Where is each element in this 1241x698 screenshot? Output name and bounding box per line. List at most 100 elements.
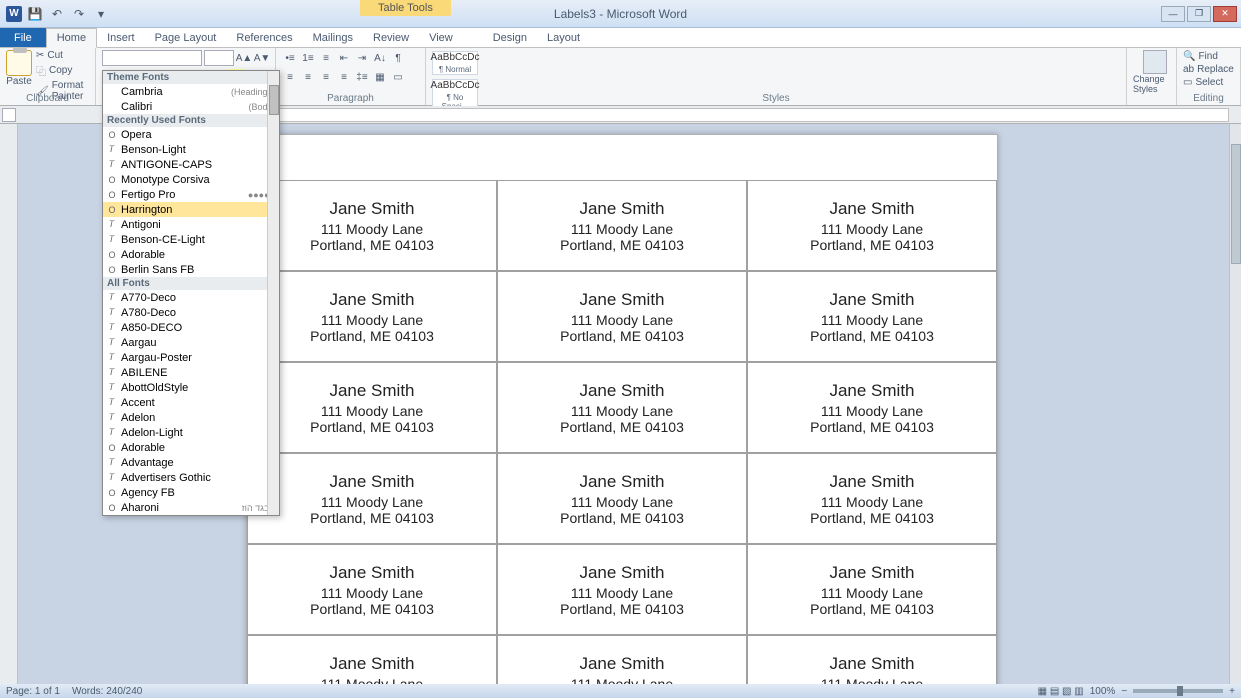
label-cell[interactable]: Jane Smith111 Moody LanePortland, ME 041… xyxy=(747,271,997,362)
undo-icon[interactable]: ↶ xyxy=(48,5,66,23)
font-option[interactable]: OAgency FB xyxy=(103,485,279,500)
font-option[interactable]: 𝑇ABILENE xyxy=(103,365,279,380)
font-option[interactable]: 𝑇Adelon xyxy=(103,410,279,425)
scrollbar-thumb[interactable] xyxy=(269,85,279,115)
style---normal[interactable]: AaBbCcDc¶ Normal xyxy=(432,51,478,75)
sort-button[interactable]: A↓ xyxy=(372,50,388,66)
numbering-button[interactable]: 1≡ xyxy=(300,50,316,66)
font-option[interactable]: OAharoniאבגד הוז xyxy=(103,500,279,515)
justify-button[interactable]: ≡ xyxy=(336,69,352,85)
vertical-scrollbar[interactable] xyxy=(1229,124,1241,684)
label-cell[interactable]: Jane Smith111 Moody LanePortland, ME 041… xyxy=(497,635,747,684)
dropdown-scrollbar[interactable] xyxy=(267,71,279,515)
word-count[interactable]: Words: 240/240 xyxy=(72,686,142,697)
label-cell[interactable]: Jane Smith111 Moody LanePortland, ME 041… xyxy=(497,180,747,271)
label-cell[interactable]: Jane Smith111 Moody LanePortland, ME 041… xyxy=(497,271,747,362)
line-spacing-button[interactable]: ‡≡ xyxy=(354,69,370,85)
horizontal-ruler[interactable] xyxy=(246,108,1229,122)
align-right-button[interactable]: ≡ xyxy=(318,69,334,85)
layout-tab[interactable]: Layout xyxy=(537,29,590,47)
ruler-corner[interactable] xyxy=(2,108,16,122)
replace-button[interactable]: abReplace xyxy=(1183,63,1234,76)
font-option[interactable]: 𝑇Accent xyxy=(103,395,279,410)
scrollbar-thumb[interactable] xyxy=(1231,144,1241,264)
review-tab[interactable]: Review xyxy=(363,29,419,47)
insert-tab[interactable]: Insert xyxy=(97,29,145,47)
label-cell[interactable]: Jane Smith111 Moody LanePortland, ME 041… xyxy=(747,635,997,684)
select-button[interactable]: ▭Select xyxy=(1183,76,1234,89)
decrease-indent-button[interactable]: ⇤ xyxy=(336,50,352,66)
design-tab[interactable]: Design xyxy=(483,29,537,47)
label-cell[interactable]: Jane Smith111 Moody LanePortland, ME 041… xyxy=(247,362,497,453)
font-option[interactable]: 𝑇AbottOldStyle xyxy=(103,380,279,395)
label-cell[interactable]: Jane Smith111 Moody LanePortland, ME 041… xyxy=(747,362,997,453)
align-center-button[interactable]: ≡ xyxy=(300,69,316,85)
font-dropdown[interactable]: Theme Fonts Cambria(Headings) Calibri(Bo… xyxy=(102,70,280,516)
label-cell[interactable]: Jane Smith111 Moody LanePortland, ME 041… xyxy=(247,635,497,684)
font-name-input[interactable] xyxy=(102,50,202,66)
zoom-level[interactable]: 100% xyxy=(1090,686,1116,697)
label-cell[interactable]: Jane Smith111 Moody LanePortland, ME 041… xyxy=(747,180,997,271)
label-cell[interactable]: Jane Smith111 Moody LanePortland, ME 041… xyxy=(497,453,747,544)
font-option[interactable]: OBerlin Sans FB xyxy=(103,262,279,277)
copy-button[interactable]: ⿻Copy xyxy=(36,63,89,78)
zoom-in-button[interactable]: + xyxy=(1229,686,1235,697)
find-button[interactable]: 🔍Find xyxy=(1183,50,1234,63)
references-tab[interactable]: References xyxy=(226,29,302,47)
shading-button[interactable]: ▦ xyxy=(372,69,388,85)
font-option[interactable]: 𝑇Advantage xyxy=(103,455,279,470)
minimize-button[interactable]: — xyxy=(1161,6,1185,22)
label-table[interactable]: Jane Smith111 Moody LanePortland, ME 041… xyxy=(247,180,997,684)
redo-icon[interactable]: ↷ xyxy=(70,5,88,23)
file-tab[interactable]: File xyxy=(0,28,46,47)
font-option[interactable]: 𝑇Benson-Light xyxy=(103,142,279,157)
font-option[interactable]: 𝑇Antigoni xyxy=(103,217,279,232)
change-styles-button[interactable]: Change Styles xyxy=(1133,50,1177,94)
label-cell[interactable]: Jane Smith111 Moody LanePortland, ME 041… xyxy=(247,271,497,362)
font-option[interactable]: 𝑇A850-DECO xyxy=(103,320,279,335)
cut-button[interactable]: ✂Cut xyxy=(36,50,89,61)
bullets-button[interactable]: •≡ xyxy=(282,50,298,66)
label-cell[interactable]: Jane Smith111 Moody LanePortland, ME 041… xyxy=(247,453,497,544)
font-option[interactable]: OAdorable xyxy=(103,247,279,262)
shrink-font-button[interactable]: A▼ xyxy=(254,50,270,66)
font-option[interactable]: OHarrington xyxy=(103,202,279,217)
increase-indent-button[interactable]: ⇥ xyxy=(354,50,370,66)
font-option[interactable]: OAdorable xyxy=(103,440,279,455)
font-option[interactable]: Calibri(Body) xyxy=(103,99,279,114)
mailings-tab[interactable]: Mailings xyxy=(303,29,363,47)
zoom-slider[interactable] xyxy=(1133,689,1223,693)
font-option[interactable]: 𝑇Adelon-Light xyxy=(103,425,279,440)
font-option[interactable]: 𝑇Advertisers Gothic xyxy=(103,470,279,485)
zoom-slider-thumb[interactable] xyxy=(1177,686,1183,696)
label-cell[interactable]: Jane Smith111 Moody LanePortland, ME 041… xyxy=(747,453,997,544)
view-tab[interactable]: View xyxy=(419,29,463,47)
qat-more-icon[interactable]: ▾ xyxy=(92,5,110,23)
vertical-ruler[interactable] xyxy=(0,124,18,684)
multilevel-button[interactable]: ≡ xyxy=(318,50,334,66)
font-option[interactable]: 𝑇Benson-CE-Light xyxy=(103,232,279,247)
view-buttons[interactable]: ▦ ▤ ▧ ▥ xyxy=(1038,686,1084,697)
font-option[interactable]: Cambria(Headings) xyxy=(103,84,279,99)
font-option[interactable]: 𝑇Aargau-Poster xyxy=(103,350,279,365)
font-option[interactable]: OFertigo Pro●●●●● xyxy=(103,187,279,202)
font-option[interactable]: 𝑇Aargau xyxy=(103,335,279,350)
page-layout-tab[interactable]: Page Layout xyxy=(145,29,227,47)
align-left-button[interactable]: ≡ xyxy=(282,69,298,85)
borders-button[interactable]: ▭ xyxy=(390,69,406,85)
maximize-button[interactable]: ❐ xyxy=(1187,6,1211,22)
grow-font-button[interactable]: A▲ xyxy=(236,50,252,66)
zoom-out-button[interactable]: − xyxy=(1121,686,1127,697)
save-icon[interactable]: 💾 xyxy=(26,5,44,23)
font-option[interactable]: 𝑇A780-Deco xyxy=(103,305,279,320)
font-option[interactable]: 𝑇ANTIGONE-CAPS xyxy=(103,157,279,172)
font-option[interactable]: OMonotype Corsiva xyxy=(103,172,279,187)
show-marks-button[interactable]: ¶ xyxy=(390,50,406,66)
home-tab[interactable]: Home xyxy=(46,28,97,48)
label-cell[interactable]: Jane Smith111 Moody LanePortland, ME 041… xyxy=(247,180,497,271)
label-cell[interactable]: Jane Smith111 Moody LanePortland, ME 041… xyxy=(497,544,747,635)
font-size-input[interactable] xyxy=(204,50,234,66)
label-cell[interactable]: Jane Smith111 Moody LanePortland, ME 041… xyxy=(747,544,997,635)
close-button[interactable]: ✕ xyxy=(1213,6,1237,22)
page-status[interactable]: Page: 1 of 1 xyxy=(6,686,60,697)
